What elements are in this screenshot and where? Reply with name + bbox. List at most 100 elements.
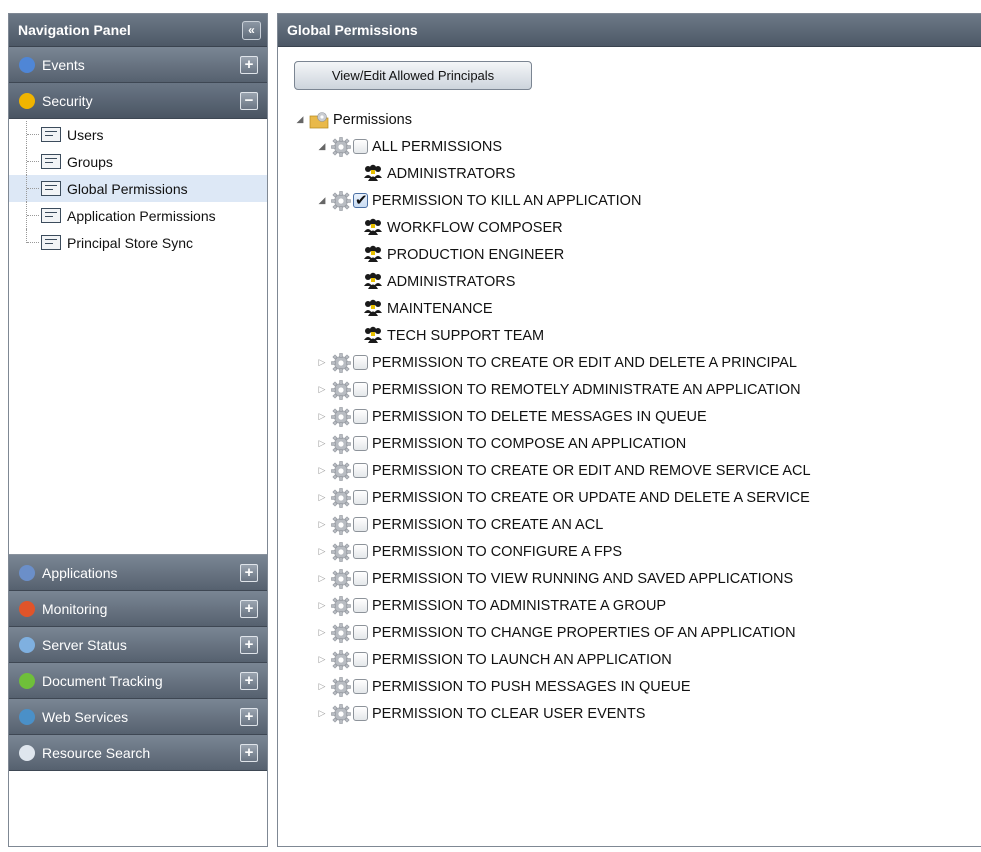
group-icon xyxy=(362,164,384,184)
permission-node[interactable]: ▷ PERMISSION TO CHANGE PROPERTIES OF AN A… xyxy=(316,619,796,646)
permission-node[interactable]: ◢ PERMISSION TO KILL AN APPLICATION xyxy=(316,187,641,214)
collapsed-arrow-icon[interactable]: ▷ xyxy=(316,357,328,368)
group-icon xyxy=(362,272,384,292)
collapsed-arrow-icon[interactable]: ▷ xyxy=(316,627,328,638)
collapsed-arrow-icon[interactable]: ▷ xyxy=(316,573,328,584)
expand-icon[interactable]: + xyxy=(240,600,258,618)
collapsed-arrow-icon[interactable]: ▷ xyxy=(316,438,328,449)
collapsed-arrow-icon[interactable]: ▷ xyxy=(316,465,328,476)
permission-label: PERMISSION TO KILL AN APPLICATION xyxy=(372,192,642,209)
expand-icon[interactable]: + xyxy=(240,744,258,762)
permission-node[interactable]: ▷ PERMISSION TO CLEAR USER EVENTS xyxy=(316,700,645,727)
expand-icon[interactable]: + xyxy=(240,564,258,582)
list-page-icon xyxy=(41,154,61,169)
collapsed-arrow-icon[interactable]: ▷ xyxy=(316,708,328,719)
permission-node[interactable]: ▷ PERMISSION TO CREATE OR EDIT AND REMOVE… xyxy=(316,457,811,484)
nav-section-applications[interactable]: Applications + xyxy=(9,555,267,591)
permission-label: PERMISSION TO CLEAR USER EVENTS xyxy=(372,705,646,722)
permission-label: PERMISSION TO CREATE OR UPDATE AND DELET… xyxy=(372,489,810,506)
nav-section-events[interactable]: Events + xyxy=(9,47,267,83)
collapsed-arrow-icon[interactable]: ▷ xyxy=(316,492,328,503)
collapse-icon[interactable]: − xyxy=(240,92,258,110)
permission-checkbox[interactable] xyxy=(353,625,368,640)
nav-section-security[interactable]: Security − xyxy=(9,83,267,119)
monitoring-icon xyxy=(19,600,35,617)
principal-node[interactable]: PRODUCTION ENGINEER xyxy=(362,241,564,268)
principal-label: TECH SUPPORT TEAM xyxy=(387,327,545,344)
permission-checkbox[interactable] xyxy=(353,355,368,370)
permission-label: PERMISSION TO PUSH MESSAGES IN QUEUE xyxy=(372,678,691,695)
permission-label: PERMISSION TO CREATE AN ACL xyxy=(372,516,604,533)
permission-node[interactable]: ▷ PERMISSION TO CREATE AN ACL xyxy=(316,511,603,538)
expanded-arrow-icon[interactable]: ◢ xyxy=(316,141,328,152)
tree-root-permissions[interactable]: ◢ Permissions xyxy=(294,106,412,133)
collapsed-arrow-icon[interactable]: ▷ xyxy=(316,411,328,422)
permission-checkbox[interactable] xyxy=(353,571,368,586)
collapsed-arrow-icon[interactable]: ▷ xyxy=(316,654,328,665)
permission-node[interactable]: ▷ PERMISSION TO REMOTELY ADMINISTRATE AN … xyxy=(316,376,801,403)
permission-checkbox[interactable] xyxy=(353,544,368,559)
sidebar-item-global-permissions[interactable]: Global Permissions xyxy=(9,175,267,202)
security-tree: Users Groups Global Permissions Application… xyxy=(9,119,267,555)
nav-section-monitoring[interactable]: Monitoring + xyxy=(9,591,267,627)
expanded-arrow-icon[interactable]: ◢ xyxy=(316,195,328,206)
principal-node[interactable]: TECH SUPPORT TEAM xyxy=(362,322,544,349)
group-icon xyxy=(362,299,384,319)
collapsed-arrow-icon[interactable]: ▷ xyxy=(316,546,328,557)
permission-checkbox[interactable] xyxy=(353,409,368,424)
expand-icon[interactable]: + xyxy=(240,636,258,654)
permission-node[interactable]: ◢ ALL PERMISSIONS xyxy=(316,133,502,160)
sidebar-item-users[interactable]: Users xyxy=(9,121,267,148)
permission-checkbox[interactable] xyxy=(353,382,368,397)
expand-icon[interactable]: + xyxy=(240,56,258,74)
tree-guide-line xyxy=(27,161,39,162)
permission-checkbox[interactable] xyxy=(353,463,368,478)
view-edit-allowed-principals-button[interactable]: View/Edit Allowed Principals xyxy=(294,61,532,90)
gear-icon xyxy=(330,487,352,509)
collapsed-arrow-icon[interactable]: ▷ xyxy=(316,681,328,692)
permission-checkbox[interactable] xyxy=(353,652,368,667)
sidebar-item-application-permissions[interactable]: Application Permissions xyxy=(9,202,267,229)
nav-section-document-tracking[interactable]: Document Tracking + xyxy=(9,663,267,699)
sidebar-item-groups[interactable]: Groups xyxy=(9,148,267,175)
permission-node[interactable]: ▷ PERMISSION TO CREATE OR EDIT AND DELETE… xyxy=(316,349,797,376)
permission-checkbox[interactable] xyxy=(353,517,368,532)
principal-node[interactable]: ADMINISTRATORS xyxy=(362,268,515,295)
collapsed-arrow-icon[interactable]: ▷ xyxy=(316,384,328,395)
permission-node[interactable]: ▷ PERMISSION TO COMPOSE AN APPLICATION xyxy=(316,430,686,457)
expand-icon[interactable]: + xyxy=(240,708,258,726)
gear-icon xyxy=(330,595,352,617)
permission-node[interactable]: ▷ PERMISSION TO CONFIGURE A FPS xyxy=(316,538,622,565)
permission-checkbox[interactable] xyxy=(353,679,368,694)
permission-node[interactable]: ▷ PERMISSION TO LAUNCH AN APPLICATION xyxy=(316,646,672,673)
global-permissions-header: Global Permissions xyxy=(278,14,981,47)
nav-section-web-services[interactable]: Web Services + xyxy=(9,699,267,735)
nav-section-server-status[interactable]: Server Status + xyxy=(9,627,267,663)
permission-checkbox[interactable] xyxy=(353,436,368,451)
sidebar-item-principal-store-sync[interactable]: Principal Store Sync xyxy=(9,229,267,256)
permission-node[interactable]: ▷ PERMISSION TO VIEW RUNNING AND SAVED AP… xyxy=(316,565,793,592)
nav-sections-bottom: Applications + Monitoring + Server Status + Do… xyxy=(9,555,267,771)
permission-checkbox[interactable] xyxy=(353,139,368,154)
info-icon xyxy=(19,56,35,73)
permission-checkbox[interactable] xyxy=(353,706,368,721)
expanded-arrow-icon[interactable]: ◢ xyxy=(294,114,306,125)
permission-node[interactable]: ▷ PERMISSION TO DELETE MESSAGES IN QUEUE xyxy=(316,403,707,430)
collapse-panel-icon[interactable]: « xyxy=(242,21,261,40)
permission-checkbox[interactable] xyxy=(353,598,368,613)
principal-node[interactable]: MAINTENANCE xyxy=(362,295,493,322)
permission-label: PERMISSION TO CREATE OR EDIT AND REMOVE … xyxy=(372,462,811,479)
permission-checkbox[interactable] xyxy=(353,191,368,209)
permission-checkbox[interactable] xyxy=(353,490,368,505)
permission-node[interactable]: ▷ PERMISSION TO ADMINISTRATE A GROUP xyxy=(316,592,666,619)
collapsed-arrow-icon[interactable]: ▷ xyxy=(316,519,328,530)
principal-node[interactable]: ADMINISTRATORS xyxy=(362,160,515,187)
permissions-folder-icon xyxy=(308,109,330,131)
permission-node[interactable]: ▷ PERMISSION TO CREATE OR UPDATE AND DELE… xyxy=(316,484,810,511)
permission-node[interactable]: ▷ PERMISSION TO PUSH MESSAGES IN QUEUE xyxy=(316,673,691,700)
expand-icon[interactable]: + xyxy=(240,672,258,690)
principal-label: WORKFLOW COMPOSER xyxy=(387,219,563,236)
collapsed-arrow-icon[interactable]: ▷ xyxy=(316,600,328,611)
nav-section-resource-search[interactable]: Resource Search + xyxy=(9,735,267,771)
principal-node[interactable]: WORKFLOW COMPOSER xyxy=(362,214,563,241)
